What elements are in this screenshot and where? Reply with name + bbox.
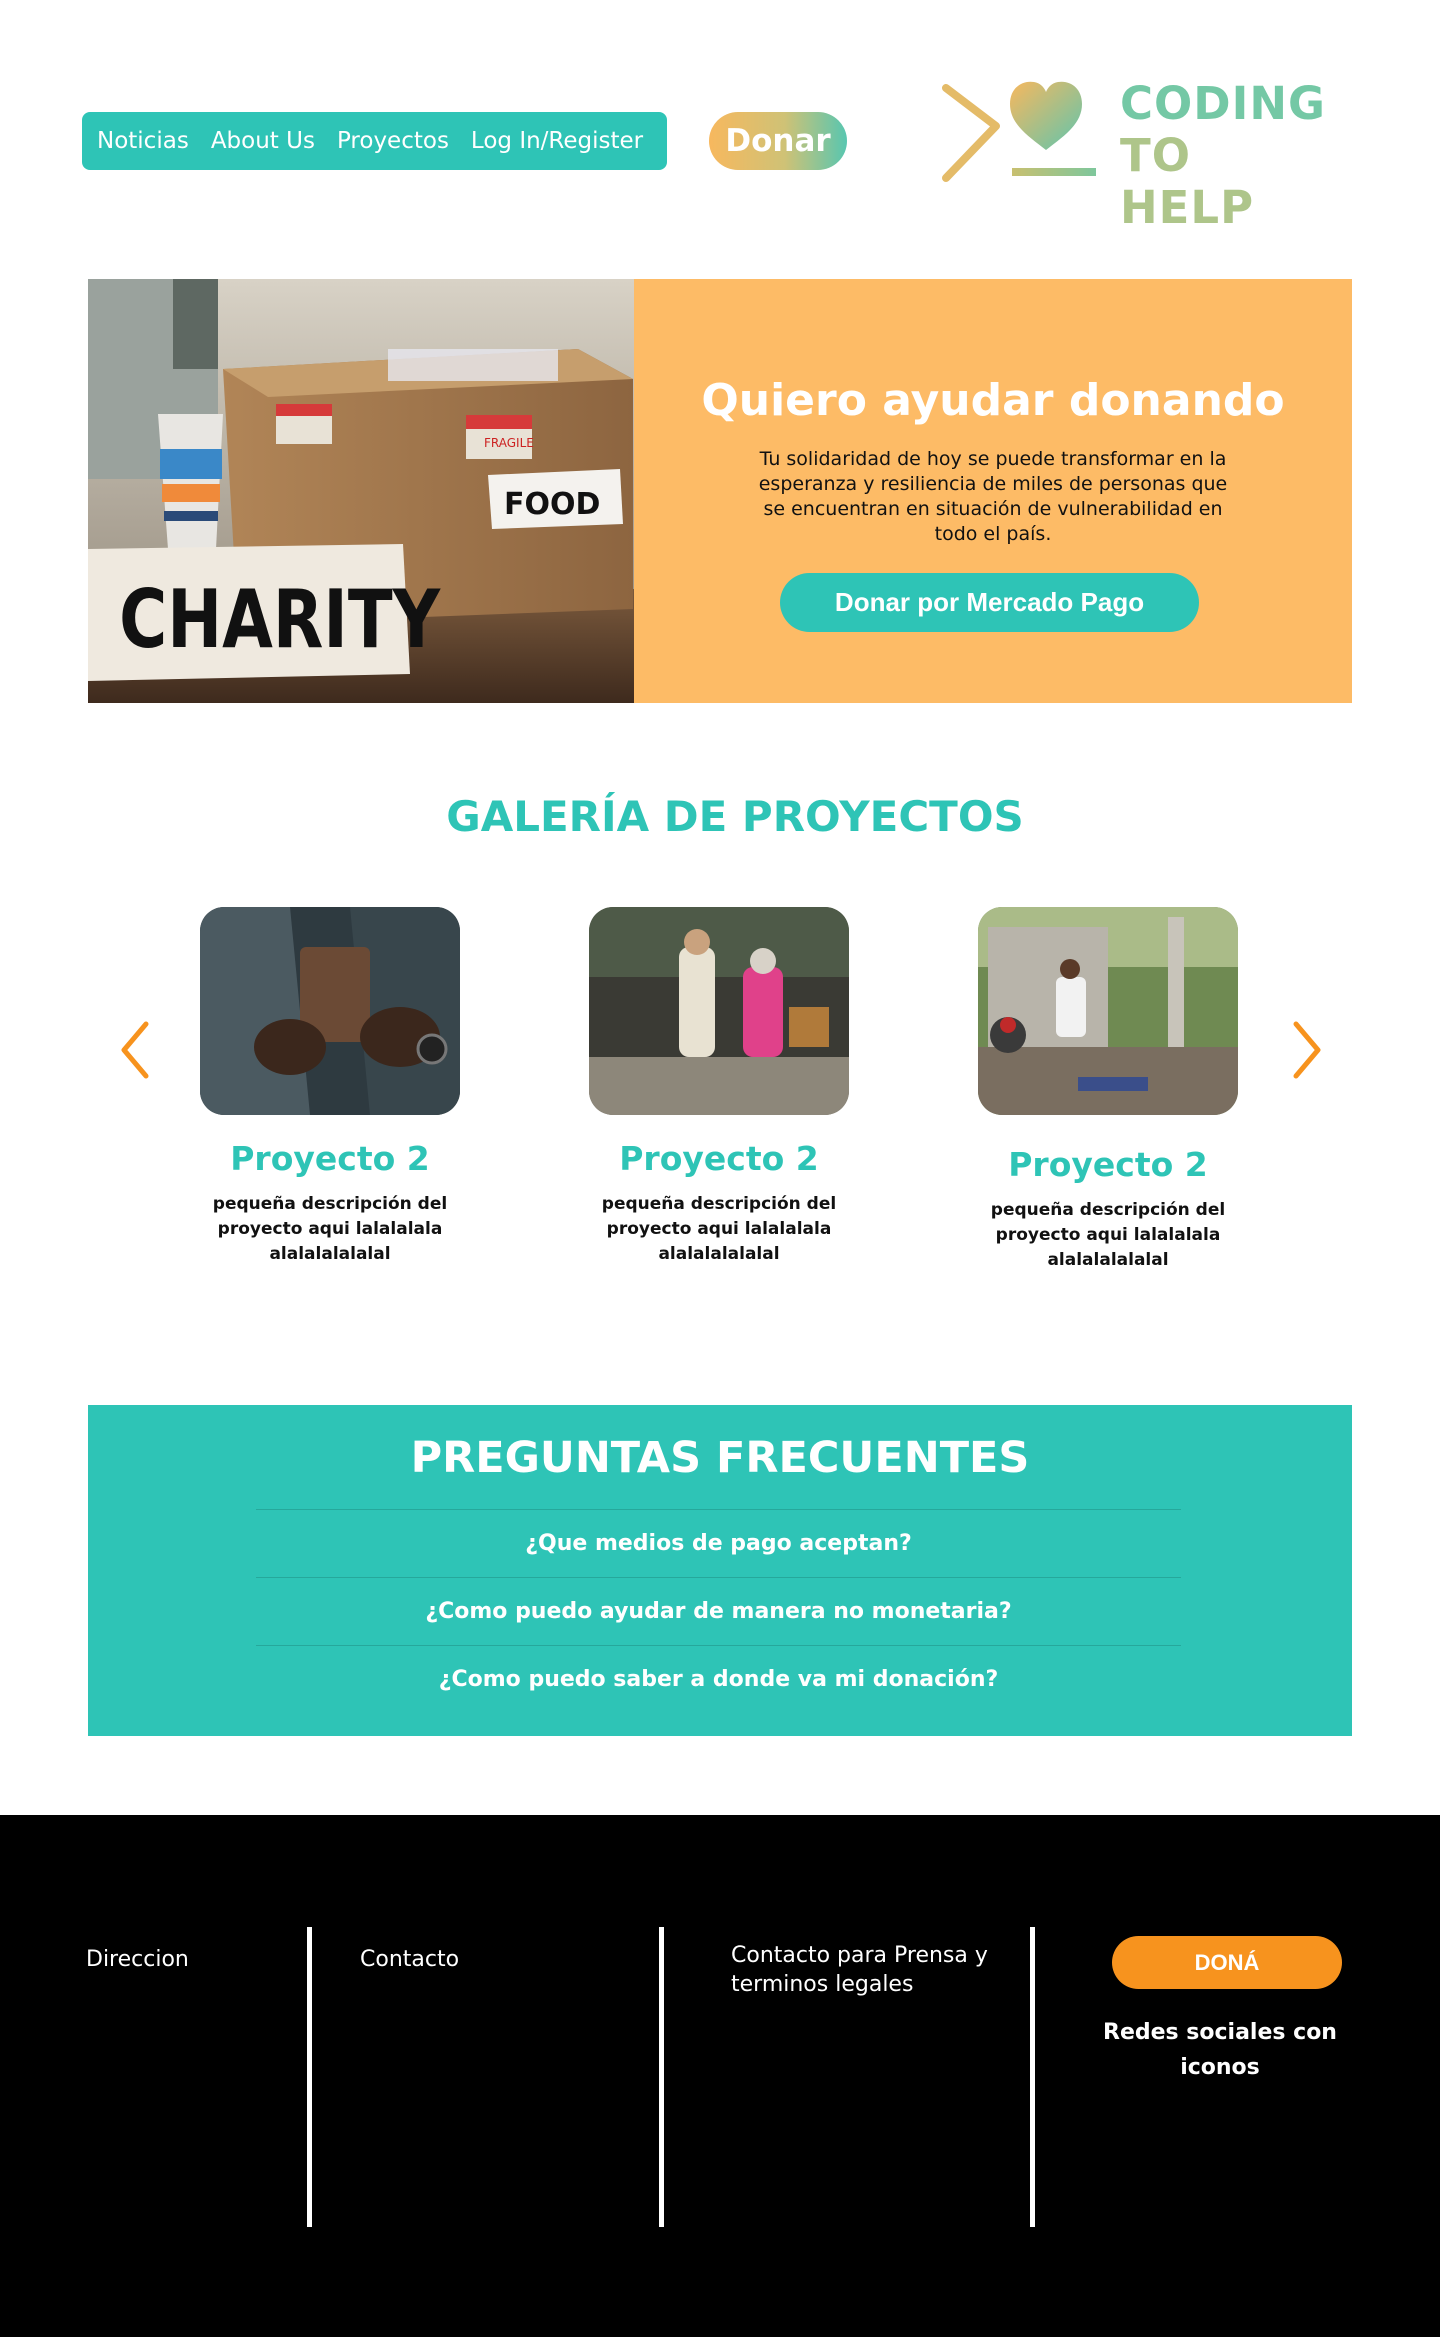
footer-donate-button[interactable]: DONÁ — [1112, 1936, 1342, 1989]
nav-item-noticias[interactable]: Noticias — [97, 128, 189, 154]
project-description: pequeña descripción del proyecto aqui la… — [990, 1200, 1226, 1270]
footer-contact[interactable]: Contacto — [360, 1945, 459, 1974]
mercado-pago-donate-button[interactable]: Donar por Mercado Pago — [780, 573, 1199, 632]
fragile-label: FRAGILE — [484, 436, 534, 450]
food-label: FOOD — [504, 487, 600, 522]
nav-item-about-us[interactable]: About Us — [211, 128, 315, 154]
faq-item[interactable]: ¿Como puedo ayudar de manera no monetari… — [256, 1577, 1181, 1645]
footer: Direccion Contacto Contacto para Prensa … — [0, 1815, 1440, 2337]
faq-section: PREGUNTAS FRECUENTES ¿Que medios de pago… — [88, 1405, 1352, 1736]
main-nav: Noticias About Us Proyectos Log In/Regis… — [82, 112, 667, 170]
logo-line-1: CODING — [1120, 77, 1326, 130]
hero-section: FRAGILE FOOD CHARITY Quiero ayudar donan… — [88, 279, 1352, 703]
project-image — [978, 907, 1238, 1115]
hero-panel: Quiero ayudar donando Tu solidaridad de … — [634, 279, 1352, 703]
nav-item-login-register[interactable]: Log In/Register — [471, 128, 643, 154]
chevron-left-icon[interactable] — [120, 1020, 150, 1080]
footer-address[interactable]: Direccion — [86, 1945, 189, 1974]
project-card[interactable]: Proyecto 2 pequeña descripción del proye… — [958, 907, 1258, 1273]
project-card[interactable]: Proyecto 2 pequeña descripción del proye… — [180, 907, 480, 1267]
heart-chevron-icon — [942, 81, 1096, 182]
charity-label: CHARITY — [119, 574, 441, 667]
project-title: Proyecto 2 — [1008, 1145, 1208, 1184]
logo-line-2: TO HELP — [1120, 129, 1255, 234]
footer-divider — [1030, 1927, 1035, 2227]
header-donate-button[interactable]: Donar — [709, 112, 847, 170]
faq-item[interactable]: ¿Que medios de pago aceptan? — [256, 1509, 1181, 1577]
logo[interactable]: CODING TO HELP — [938, 74, 1338, 234]
footer-divider — [307, 1927, 312, 2227]
gallery-title: GALERÍA DE PROYECTOS — [446, 792, 1024, 841]
hero-title: Quiero ayudar donando — [701, 375, 1285, 426]
faq-title: PREGUNTAS FRECUENTES — [410, 1433, 1030, 1483]
hero-text: Tu solidaridad de hoy se puede transform… — [758, 448, 1228, 545]
project-card[interactable]: Proyecto 2 pequeña descripción del proye… — [569, 907, 869, 1267]
footer-divider — [659, 1927, 664, 2227]
faq-item[interactable]: ¿Como puedo saber a donde va mi donación… — [256, 1645, 1181, 1713]
project-title: Proyecto 2 — [619, 1139, 819, 1178]
project-description: pequeña descripción del proyecto aqui la… — [212, 1194, 448, 1264]
nav-item-proyectos[interactable]: Proyectos — [337, 128, 449, 154]
footer-press-legal[interactable]: Contacto para Prensa y terminos legales — [731, 1941, 1011, 1999]
project-image — [200, 907, 460, 1115]
project-image — [589, 907, 849, 1115]
logo-text: CODING TO HELP — [1120, 78, 1338, 234]
project-description: pequeña descripción del proyecto aqui la… — [601, 1194, 837, 1264]
footer-social: Redes sociales con iconos — [1103, 2020, 1337, 2080]
chevron-right-icon[interactable] — [1292, 1020, 1322, 1080]
project-title: Proyecto 2 — [230, 1139, 430, 1178]
hero-image: FRAGILE FOOD CHARITY — [88, 279, 634, 703]
